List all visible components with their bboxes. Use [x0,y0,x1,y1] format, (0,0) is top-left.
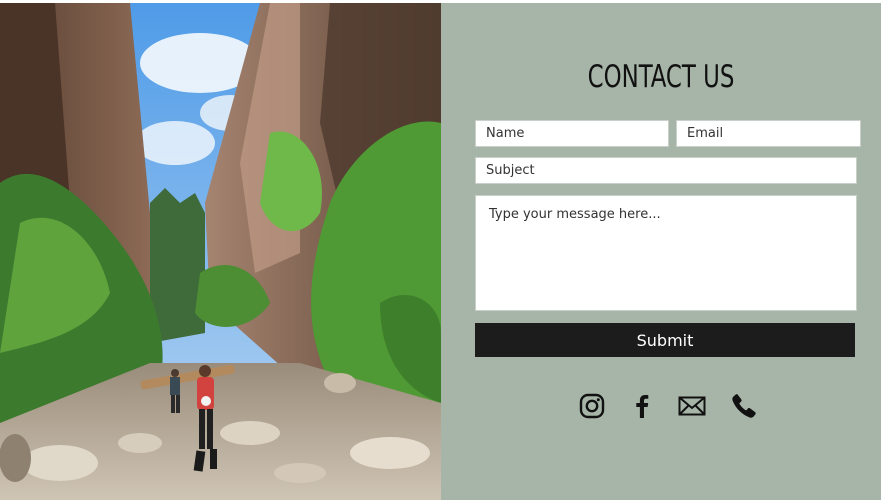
submit-button[interactable]: Submit [475,323,855,357]
contact-panel: CONTACT US Submit [441,3,881,500]
instagram-icon[interactable] [577,391,607,421]
phone-icon[interactable] [729,391,759,421]
email-input[interactable] [676,120,861,147]
message-textarea[interactable] [475,195,857,311]
name-input[interactable] [475,120,669,147]
contact-title: CONTACT US [587,59,735,95]
subject-input[interactable] [475,157,857,184]
mail-icon[interactable] [677,391,707,421]
canyon-photo-illustration [0,3,441,500]
hero-photo-canyon-hikers [0,3,441,500]
facebook-icon[interactable] [627,391,657,421]
